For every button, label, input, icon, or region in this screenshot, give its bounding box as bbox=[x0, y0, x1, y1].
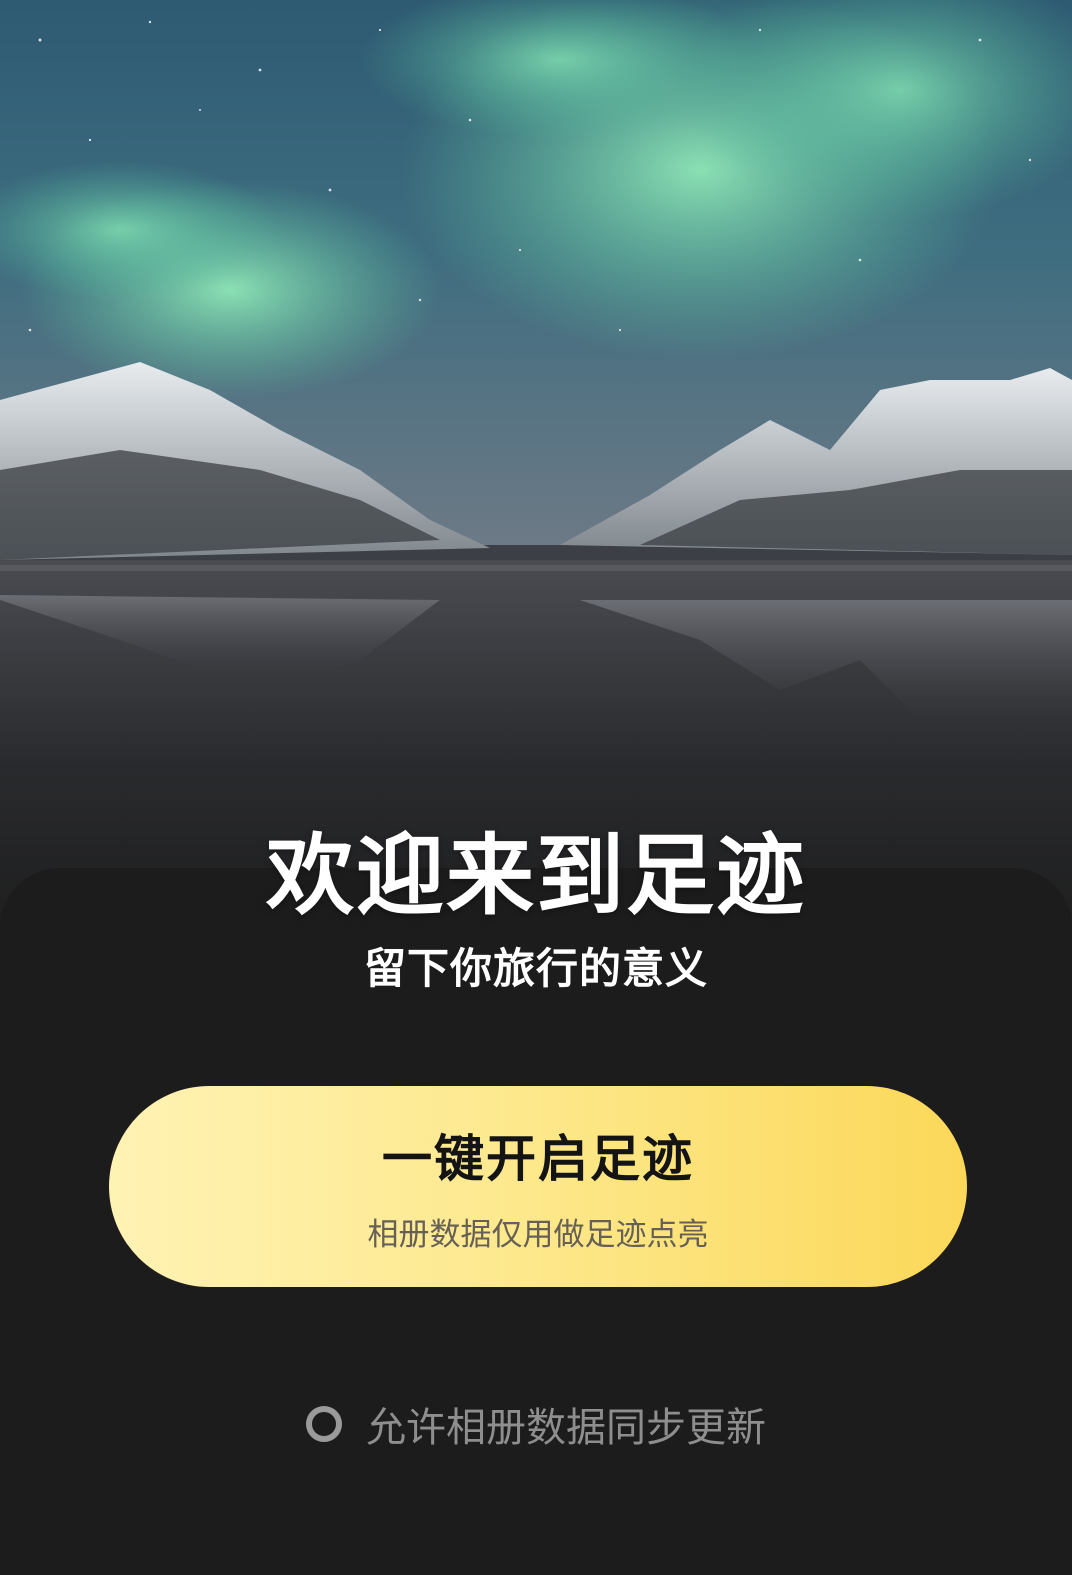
album-sync-consent[interactable]: 允许相册数据同步更新 bbox=[0, 1395, 1072, 1453]
album-sync-consent-label: 允许相册数据同步更新 bbox=[366, 1405, 766, 1451]
radio-unchecked-icon[interactable] bbox=[306, 1406, 342, 1442]
welcome-subtitle: 留下你旅行的意义 bbox=[363, 944, 708, 993]
start-footprint-sublabel: 相册数据仅用做足迹点亮 bbox=[367, 1217, 709, 1253]
start-footprint-button[interactable]: 一键开启足迹 相册数据仅用做足迹点亮 bbox=[109, 1086, 967, 1287]
start-footprint-label: 一键开启足迹 bbox=[382, 1130, 694, 1188]
welcome-title: 欢迎来到足迹 bbox=[265, 824, 806, 927]
